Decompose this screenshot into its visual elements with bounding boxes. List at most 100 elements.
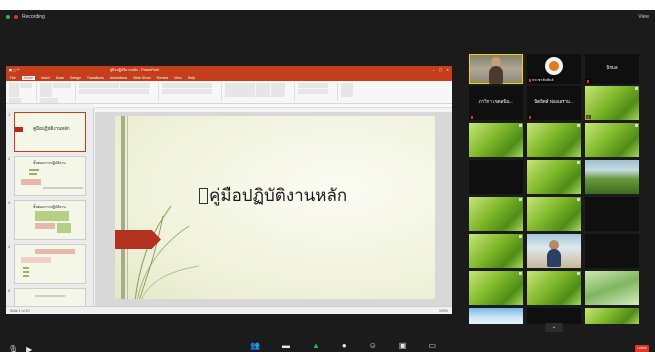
participant-tile[interactable] [527,160,581,194]
participant-name [528,115,533,119]
participant-gallery: ประชาสัมพันธ์ นิรมล ภาวิกา เขตสนิน... นิ… [468,54,640,324]
slide-editor[interactable]: คู่มือปฏิบัติงานหลัก [95,112,452,306]
participant-tile[interactable] [469,308,523,324]
ribbon-group-font[interactable] [79,83,159,101]
participant-name [586,115,591,119]
reactions-button[interactable]: ☺ [369,341,377,350]
minimize-icon[interactable]: – [433,68,435,72]
participant-tile[interactable] [585,160,639,194]
participant-tile[interactable] [469,54,523,84]
participant-tile[interactable] [585,234,639,268]
ppt-window-title: คู่มือปฏิบัติงานหลัก - PowerPoint [109,68,160,72]
ribbon-group-drawing[interactable] [225,83,295,101]
participant-name-center: นิรมล [606,65,618,70]
tab-review[interactable]: Review [157,76,168,80]
thumb-number: 5 [8,288,11,293]
tab-view[interactable]: View [174,76,182,80]
participants-button[interactable]: 👥 [250,341,260,350]
ribbon-group-slides[interactable] [40,83,76,103]
tab-file[interactable]: File [10,76,16,80]
security-icon[interactable] [6,15,10,19]
participant-tile[interactable]: ประชาสัมพันธ์ [527,54,581,84]
participant-tile[interactable]: นิรมล [585,54,639,84]
slide-thumbnail-2[interactable]: ขั้นตอนการปฏิบัติงาน [14,156,86,196]
gallery-scroll-down-button[interactable]: ⌄ [545,323,563,332]
current-slide[interactable]: คู่มือปฏิบัติงานหลัก [115,116,435,299]
thumb-title: ขั้นตอนการปฏิบัติงาน [33,161,66,165]
participant-name: ประชาสัมพันธ์ [528,77,555,83]
thumb-number: 4 [8,244,11,249]
participant-tile[interactable]: นิตยิตส์ ฟองเอราม... [527,86,581,120]
participant-tile[interactable] [527,197,581,231]
slide-thumbnail-3[interactable]: ขั้นตอนการปฏิบัติงาน [14,200,86,240]
participant-tile[interactable] [527,123,581,157]
chat-button[interactable]: ▬ [282,341,290,350]
ribbon-group-paragraph[interactable] [162,83,222,101]
meeting-toolbar: 🎙 ▶ 👥 ▬ ▲ ● ☺ ▣ ▭ Leave [0,336,655,352]
ppt-statusbar: Slide 1 of 10 100% [6,306,452,314]
participant-tile[interactable] [527,234,581,268]
participant-tile[interactable] [469,234,523,268]
participant-tile[interactable] [585,197,639,231]
participant-tile[interactable] [585,86,639,120]
participant-name [586,79,591,83]
tab-design[interactable]: Design [70,76,81,80]
participant-tile[interactable] [469,123,523,157]
share-screen-button[interactable]: ▲ [312,341,320,350]
apps-button[interactable]: ▣ [399,341,407,350]
thumb-title: ขั้นตอนการปฏิบัติงาน [33,205,66,209]
video-button[interactable]: ▶ [26,345,32,352]
reactions-icon: ☺ [368,341,377,350]
whiteboards-button[interactable]: ▭ [428,341,436,350]
thumb-title: คู่มือปฏิบัติงานหลัก [33,126,70,131]
mute-button[interactable]: 🎙 [8,345,18,352]
ribbon [6,81,452,104]
tab-help[interactable]: Help [188,76,195,80]
leave-button[interactable]: Leave [635,345,649,352]
participant-tile[interactable] [527,308,581,324]
tab-slideshow[interactable]: Slide Show [133,76,151,80]
participant-tile[interactable] [469,197,523,231]
apps-icon: ▣ [398,341,407,350]
close-icon[interactable]: ✕ [446,68,449,72]
participant-name [470,115,475,119]
tab-transitions[interactable]: Transitions [87,76,104,80]
participant-tile[interactable] [469,271,523,305]
tab-insert[interactable]: Insert [41,76,50,80]
tab-draw[interactable]: Draw [56,76,64,80]
slide-title-textbox[interactable]: คู่มือปฏิบัติงานหลัก [199,182,347,209]
participant-tile[interactable]: ภาวิกา เขตสนิน... [469,86,523,120]
ribbon-group-editing[interactable] [298,83,338,101]
recording-label: Recording [22,14,45,20]
recording-icon [14,15,18,19]
share-screen-icon: ▲ [311,341,320,350]
ribbon-tabs: File Home Insert Draw Design Transitions… [6,74,452,81]
slide-thumbnail-1[interactable]: คู่มือปฏิบัติงานหลัก [14,112,86,152]
participant-name-center: นิตยิตส์ ฟองเอราม... [534,99,574,104]
tab-home[interactable]: Home [21,75,35,80]
participant-tile[interactable] [469,160,523,194]
shared-screen-powerpoint: ◼ ◻ ↶ คู่มือปฏิบัติงานหลัก - PowerPoint … [6,66,452,314]
slide-thumbnail-pane: 1 คู่มือปฏิบัติงานหลัก 2 ขั้นตอนการปฏิบั… [6,108,94,306]
participants-icon: 👥 [250,341,260,350]
participant-tile[interactable] [585,271,639,305]
slide-thumbnail-4[interactable] [14,244,86,284]
maximize-icon[interactable]: ▢ [439,68,442,72]
participant-tile[interactable] [527,271,581,305]
tab-animations[interactable]: Animations [110,76,127,80]
ribbon-group-clipboard[interactable] [9,83,37,103]
microphone-icon: 🎙 [8,344,19,352]
slide-thumbnail-5[interactable] [14,288,86,306]
zoom-level[interactable]: 100% [439,309,448,313]
ribbon-group-voice[interactable] [341,83,365,101]
participant-tile[interactable] [585,308,639,324]
horizontal-ruler [94,104,452,108]
slide-title-text: คู่มือปฏิบัติงานหลัก [209,186,348,206]
thumb-number: 2 [8,156,11,161]
participant-tile[interactable] [585,123,639,157]
record-button[interactable]: ● [342,341,347,350]
organization-logo-avatar [545,57,563,75]
autosave-icon[interactable]: ◼ ◻ ↶ [9,68,20,72]
participant-name-center: ภาวิกา เขตสนิน... [478,99,514,104]
view-button[interactable]: View [638,14,649,20]
